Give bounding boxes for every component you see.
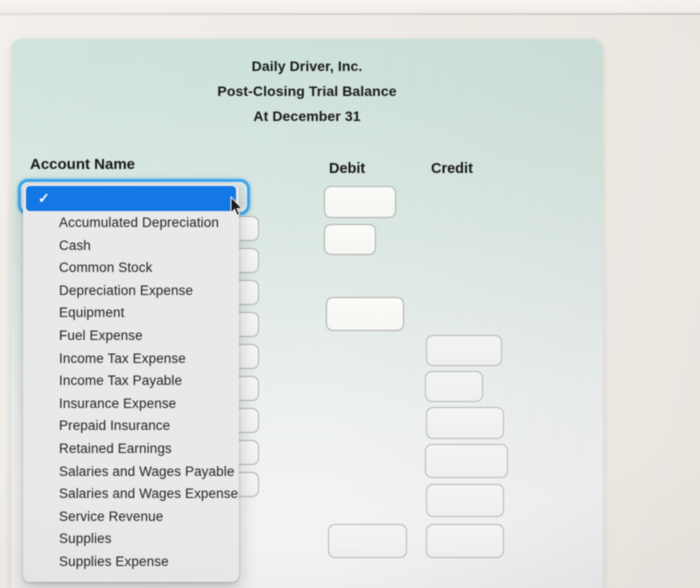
dropdown-option-label: Service Revenue: [59, 508, 164, 524]
dropdown-option-label: Salaries and Wages Payable: [59, 463, 235, 479]
dropdown-option-label: Common Stock: [59, 260, 153, 276]
column-header-account-name: Account Name: [30, 156, 136, 173]
dropdown-option-equipment[interactable]: Equipment: [23, 302, 239, 325]
dropdown-option-retained-earnings[interactable]: Retained Earnings: [23, 438, 239, 461]
dropdown-option-label: Income Tax Payable: [59, 373, 183, 389]
column-header-debit: Debit: [329, 161, 366, 177]
dropdown-option-label: Supplies Expense: [59, 553, 169, 569]
dropdown-option-accumulated-depreciation[interactable]: Accumulated Depreciation: [23, 212, 239, 235]
credit-input-row-1[interactable]: [426, 335, 502, 366]
checkmark-icon: ✓: [38, 190, 50, 206]
desk-edge-line: [0, 13, 700, 15]
account-name-dropdown-menu[interactable]: ✓ Accumulated Depreciation Cash Common S…: [23, 184, 239, 582]
credit-input-row-2[interactable]: [425, 371, 483, 402]
dropdown-option-label: Depreciation Expense: [59, 282, 194, 298]
column-header-credit: Credit: [431, 161, 473, 177]
debit-input-row-2[interactable]: [324, 224, 376, 255]
desk-surface-upper: [0, 0, 700, 13]
dropdown-option-supplies[interactable]: Supplies: [23, 528, 239, 551]
company-name: Daily Driver, Inc.: [251, 58, 363, 74]
dropdown-option-label: Insurance Expense: [59, 395, 177, 411]
dropdown-option-label: Income Tax Expense: [59, 350, 186, 366]
credit-input-row-3[interactable]: [426, 407, 504, 439]
dropdown-option-label: Supplies: [59, 531, 112, 547]
screenshot-root: Daily Driver, Inc. Post-Closing Trial Ba…: [0, 0, 700, 588]
dropdown-option-salaries-and-wages-payable[interactable]: Salaries and Wages Payable: [23, 461, 239, 484]
dropdown-option-label: Cash: [59, 237, 91, 253]
dropdown-option-service-revenue[interactable]: Service Revenue: [23, 506, 239, 529]
dropdown-option-depreciation-expense[interactable]: Depreciation Expense: [23, 280, 239, 303]
dropdown-option-label: Fuel Expense: [59, 327, 143, 343]
dropdown-option-common-stock[interactable]: Common Stock: [23, 257, 239, 280]
report-date-line: At December 31: [253, 108, 361, 124]
dropdown-option-income-tax-payable[interactable]: Income Tax Payable: [23, 370, 239, 393]
report-title: Post-Closing Trial Balance: [217, 83, 397, 99]
credit-input-row-6[interactable]: [426, 524, 504, 558]
credit-input-row-4[interactable]: [425, 444, 508, 478]
debit-input-row-4[interactable]: [328, 524, 407, 558]
dropdown-option-blank[interactable]: ✓: [26, 186, 236, 211]
dropdown-option-cash[interactable]: Cash: [23, 235, 239, 258]
dropdown-option-supplies-expense[interactable]: Supplies Expense: [23, 551, 239, 574]
dropdown-option-label: Salaries and Wages Expense: [59, 486, 239, 502]
dropdown-option-insurance-expense[interactable]: Insurance Expense: [23, 393, 239, 416]
dropdown-option-fuel-expense[interactable]: Fuel Expense: [23, 325, 239, 348]
dropdown-option-income-tax-expense[interactable]: Income Tax Expense: [23, 348, 239, 371]
dropdown-option-prepaid-insurance[interactable]: Prepaid Insurance: [23, 415, 239, 438]
dropdown-option-label: Accumulated Depreciation: [59, 215, 219, 230]
debit-input-row-3[interactable]: [326, 297, 404, 331]
credit-input-row-5[interactable]: [426, 484, 504, 517]
debit-input-row-1[interactable]: [324, 186, 396, 218]
dropdown-option-label: Retained Earnings: [59, 440, 172, 456]
dropdown-option-label: Prepaid Insurance: [59, 418, 171, 434]
dropdown-option-salaries-and-wages-expense[interactable]: Salaries and Wages Expense: [23, 483, 239, 506]
dropdown-option-label: Equipment: [59, 305, 125, 321]
